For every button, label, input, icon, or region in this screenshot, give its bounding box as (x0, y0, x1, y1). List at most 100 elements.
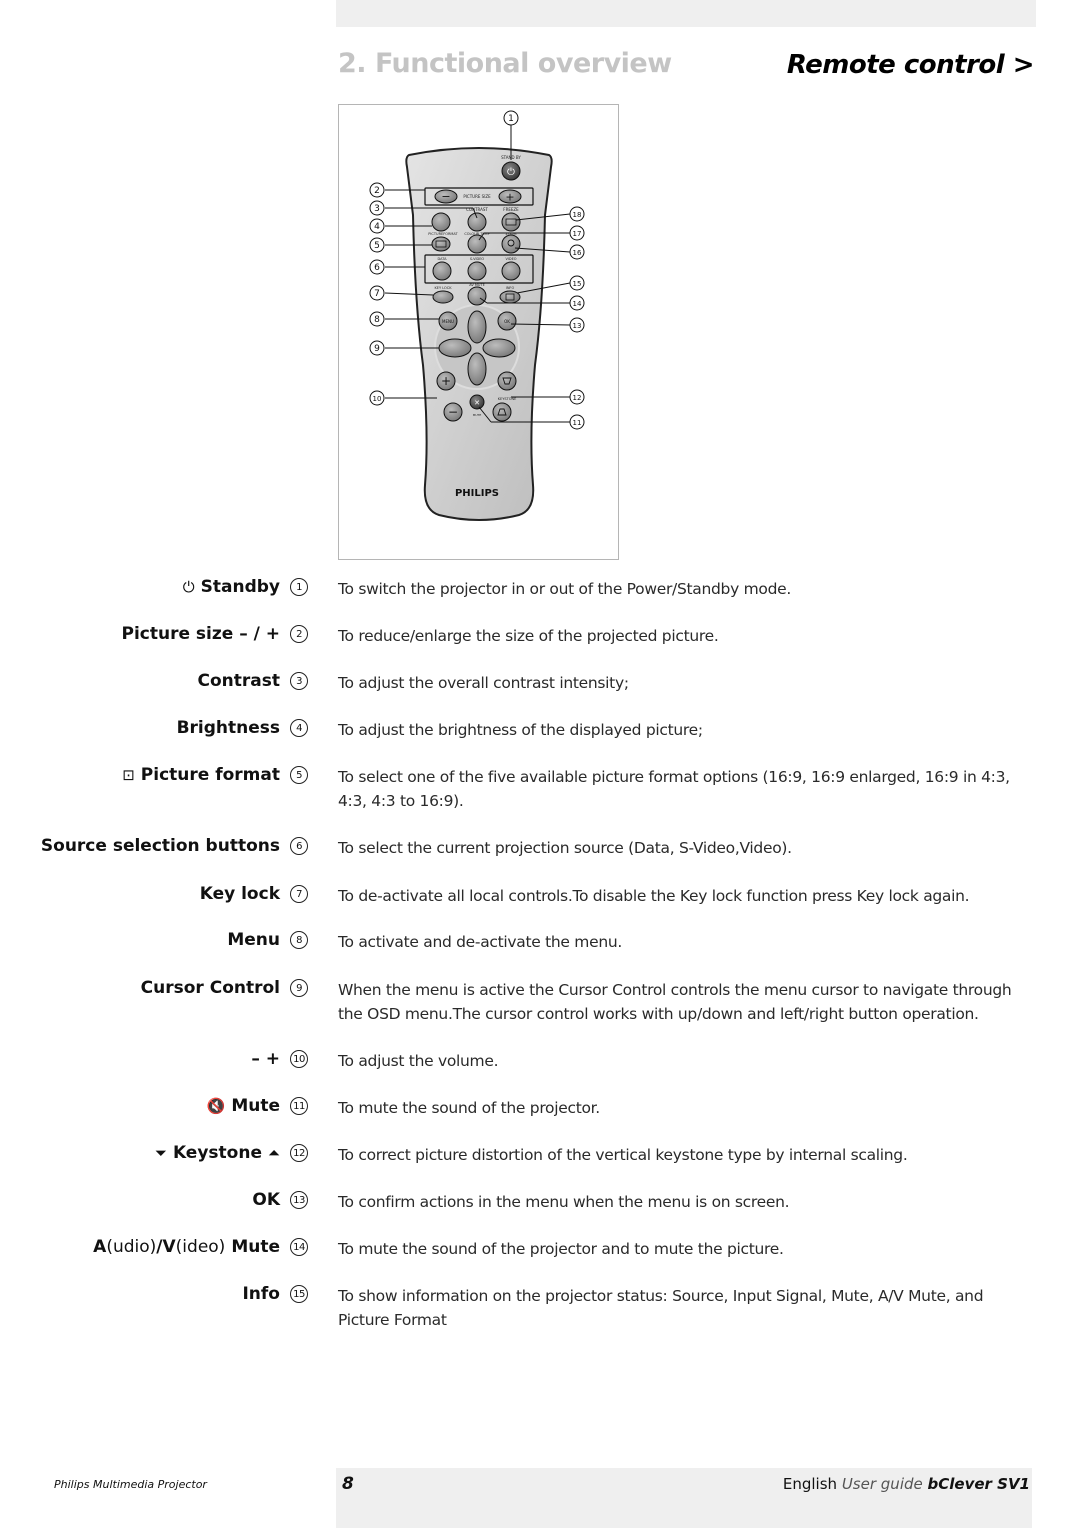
term-v-light: (ideo) (175, 1237, 226, 1257)
description: When the menu is active the Cursor Contr… (338, 981, 1012, 1023)
freeze-button (501, 212, 521, 232)
term-label: Brightness (176, 718, 280, 738)
description: To mute the sound of the projector and t… (338, 1240, 784, 1258)
callout-number: 5 (290, 766, 308, 784)
description: To correct picture distortion of the ver… (338, 1146, 908, 1164)
svg-text:3: 3 (374, 204, 380, 214)
svg-text:MUTE: MUTE (473, 413, 482, 417)
svg-text:OK: OK (504, 319, 510, 324)
cursor-up-button (467, 310, 487, 344)
description: To select one of the five available pict… (338, 768, 1010, 810)
callout-16: 16 (569, 244, 585, 260)
callout-2: 2 (369, 182, 385, 198)
term-a-light: (udio) (106, 1237, 157, 1257)
callout-5: 5 (369, 237, 385, 253)
term-label: OK (252, 1190, 280, 1210)
svg-text:8: 8 (374, 315, 380, 325)
page-number: 8 (342, 1474, 354, 1494)
cursor-right-button (482, 338, 516, 358)
description: To adjust the overall contrast intensity… (338, 674, 629, 692)
callout-number: 2 (290, 625, 308, 643)
svg-text:7: 7 (374, 289, 380, 299)
svg-text:6: 6 (374, 263, 380, 273)
callout-number: 12 (290, 1144, 308, 1162)
callout-9: 9 (369, 340, 385, 356)
svg-text:17: 17 (573, 230, 582, 238)
svg-text:16: 16 (573, 249, 582, 257)
picture-format-button (431, 236, 451, 252)
callout-number: 4 (290, 719, 308, 737)
svg-text:PICTURE SIZE: PICTURE SIZE (463, 194, 491, 199)
term-label: Key lock (199, 884, 280, 904)
keystone-up-icon: ⏶ (267, 1144, 280, 1162)
svg-text:VIDEO: VIDEO (505, 257, 516, 261)
svg-text:11: 11 (573, 419, 582, 427)
footer-language: English (782, 1475, 838, 1493)
header-band (336, 0, 1036, 27)
term-label: Source selection buttons (40, 836, 280, 856)
svg-text:9: 9 (374, 344, 380, 354)
callout-11: 11 (569, 414, 585, 430)
callout-number: 10 (290, 1050, 308, 1068)
picture-format-icon: ⊡ (122, 766, 135, 784)
svg-text:+: + (505, 191, 514, 204)
callout-14: 14 (569, 295, 585, 311)
callout-17: 17 (569, 225, 585, 241)
callout-number: 11 (290, 1097, 308, 1115)
term-label: Mute (231, 1237, 280, 1257)
svg-text:14: 14 (573, 300, 582, 308)
remote-control-figure: STAND BY ⏻ − PICTURE SIZE + CONTRAST FRE… (338, 104, 619, 560)
svg-text:INFO: INFO (506, 286, 515, 290)
svg-text:13: 13 (573, 322, 582, 330)
callout-8: 8 (369, 311, 385, 327)
section-title: 2. Functional overview (338, 48, 672, 79)
term-label: Standby (200, 577, 280, 597)
description: To confirm actions in the menu when the … (338, 1193, 790, 1211)
callout-6: 6 (369, 259, 385, 275)
svg-text:KEYSTONE: KEYSTONE (498, 397, 517, 401)
footer-doc-type: User guide (841, 1475, 923, 1493)
callout-18: 18 (569, 206, 585, 222)
description: To mute the sound of the projector. (338, 1099, 600, 1117)
svg-text:AV MUTE: AV MUTE (469, 283, 485, 287)
zoom-button (501, 234, 521, 254)
callout-7: 7 (369, 285, 385, 301)
cursor-left-button (438, 338, 472, 358)
svg-text:15: 15 (573, 280, 582, 288)
key-lock-button (432, 290, 454, 304)
description: To select the current projection source … (338, 839, 792, 857)
svg-text:S-VIDEO: S-VIDEO (470, 257, 485, 261)
svg-text:FREEZE: FREEZE (503, 207, 519, 212)
callout-number: 8 (290, 931, 308, 949)
callout-15: 15 (569, 275, 585, 291)
svg-text:PICTUREFORMAT: PICTUREFORMAT (428, 232, 458, 236)
svg-text:DATA: DATA (437, 257, 447, 261)
svg-text:2: 2 (374, 186, 380, 196)
colour-temp-button (467, 234, 487, 254)
remote-control-illustration: STAND BY ⏻ − PICTURE SIZE + CONTRAST FRE… (369, 110, 585, 521)
term-label: Keystone (172, 1143, 262, 1163)
brightness-button (431, 212, 451, 232)
term-label: Picture size – / + (121, 624, 280, 644)
svg-text:1: 1 (508, 114, 514, 124)
svg-text:12: 12 (573, 394, 582, 402)
svg-text:−: − (441, 190, 450, 203)
term-label: – + (251, 1049, 280, 1069)
term-label: Cursor Control (140, 978, 280, 998)
power-icon: ⏻ (182, 578, 195, 596)
svg-text:+: + (441, 374, 451, 388)
svg-text:−: − (448, 405, 458, 419)
svg-text:⏻: ⏻ (507, 167, 515, 178)
description: To adjust the brightness of the displaye… (338, 721, 703, 739)
contrast-button (467, 212, 487, 232)
data-source-button (432, 261, 452, 281)
term-v: V (162, 1237, 176, 1257)
callout-number: 6 (290, 837, 308, 855)
callout-number: 9 (290, 979, 308, 997)
callout-number: 7 (290, 885, 308, 903)
keystone-up-button (497, 371, 517, 391)
footer-product-line: Philips Multimedia Projector (54, 1478, 207, 1491)
keystone-down-button (492, 402, 512, 422)
svg-text:5: 5 (374, 241, 380, 251)
term-label: Picture format (140, 765, 280, 785)
